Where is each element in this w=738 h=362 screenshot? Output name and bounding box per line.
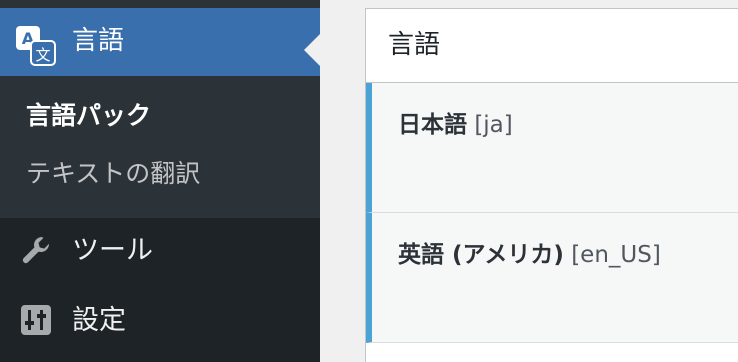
- language-name: 英語 (アメリカ): [398, 242, 564, 268]
- language-list-panel: 言語 日本語 [ja] 英語 (アメリカ) [en_US]: [365, 8, 738, 362]
- settings-sliders-icon: [20, 304, 52, 340]
- svg-text:文: 文: [35, 46, 50, 64]
- sidebar-item-tools[interactable]: ツール: [0, 218, 320, 284]
- language-entry: 英語 (アメリカ) [en_US]: [398, 239, 661, 271]
- panel-title: 言語: [388, 30, 441, 60]
- sidebar-item-label: 設定: [72, 305, 126, 336]
- sidebar-item-label: 言語: [72, 26, 125, 56]
- submenu-item-translate-text[interactable]: テキストの翻訳: [26, 158, 200, 190]
- language-row[interactable]: 英語 (アメリカ) [en_US]: [366, 213, 738, 343]
- language-row[interactable]: 日本語 [ja]: [366, 83, 738, 213]
- wrench-icon: [20, 234, 54, 272]
- language-code: [ja]: [474, 112, 513, 138]
- language-entry: 日本語 [ja]: [398, 109, 513, 141]
- sidebar-submenu: 言語パック テキストの翻訳: [0, 76, 320, 218]
- sidebar-item-label: ツール: [72, 235, 153, 266]
- admin-sidebar: A 文 言語 言語パック テキストの翻訳 ツール 設定: [0, 0, 320, 362]
- translate-icon: A 文: [16, 26, 56, 70]
- sidebar-top-strip: [0, 0, 320, 8]
- panel-header: 言語: [366, 9, 738, 83]
- current-menu-pointer: [304, 34, 320, 66]
- language-name: 日本語: [398, 112, 467, 138]
- sidebar-item-languages[interactable]: A 文 言語: [0, 8, 320, 76]
- sidebar-item-settings[interactable]: 設定: [0, 288, 320, 354]
- submenu-item-language-packs[interactable]: 言語パック: [26, 100, 151, 132]
- language-code: [en_US]: [571, 242, 661, 268]
